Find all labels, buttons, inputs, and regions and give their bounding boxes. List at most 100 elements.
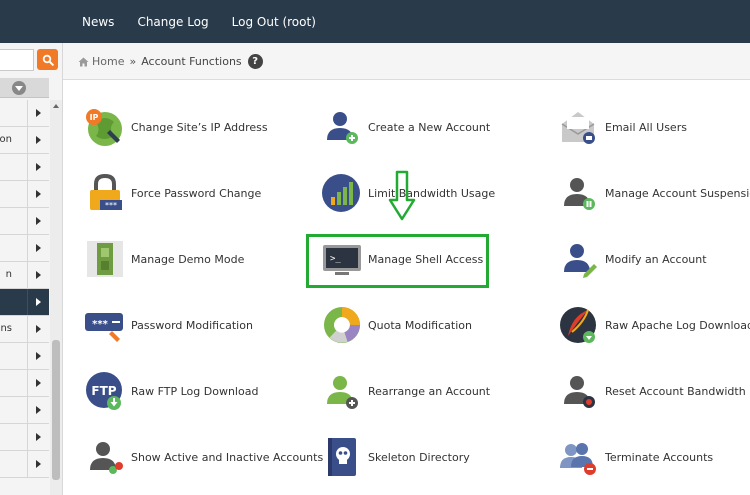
sidebar-search-input[interactable] — [0, 49, 34, 71]
function-item[interactable]: Manage Account Suspension — [558, 171, 750, 215]
breadcrumb: Home » Account Functions ? — [78, 43, 263, 80]
function-label: Show Active and Inactive Accounts — [131, 450, 324, 464]
function-label: Reset Account Bandwidth Limit — [605, 384, 750, 398]
function-item[interactable]: *** Force Password Change — [84, 171, 261, 215]
function-item[interactable]: Terminate Accounts — [558, 435, 713, 479]
sidebar-item[interactable] — [0, 208, 49, 235]
chevron-right-icon — [27, 397, 49, 423]
function-item[interactable]: Skeleton Directory — [321, 435, 470, 479]
chevron-right-icon — [27, 316, 49, 342]
help-icon[interactable]: ? — [247, 54, 263, 69]
function-item[interactable]: IP Change Site’s IP Address — [84, 105, 268, 149]
chevron-right-icon — [27, 343, 49, 369]
sidebar-item[interactable]: n — [0, 262, 49, 289]
nav-changelog-link[interactable]: Change Log — [137, 15, 208, 29]
chevron-right-icon — [27, 100, 49, 126]
users-cancel-icon — [558, 436, 600, 478]
function-item[interactable]: Quota Modification — [321, 303, 472, 347]
highlight-box — [306, 234, 489, 288]
sidebar-item[interactable] — [0, 343, 49, 370]
chevron-right-icon — [27, 181, 49, 207]
svg-text:***: *** — [92, 319, 108, 330]
search-icon — [42, 54, 54, 66]
user-add-icon — [321, 106, 363, 148]
sidebar-scrollbar[interactable] — [50, 100, 62, 495]
chevron-down-icon — [12, 81, 26, 95]
skull-book-icon — [321, 436, 363, 478]
sidebar-list: on n tions — [0, 100, 49, 478]
scroll-up-icon[interactable] — [53, 104, 59, 108]
function-label: Raw FTP Log Download — [131, 384, 259, 398]
user-move-icon — [321, 370, 363, 412]
ftp-download-icon: FTP — [84, 370, 126, 412]
chevron-right-icon — [27, 451, 49, 477]
function-label: Change Site’s IP Address — [131, 120, 268, 134]
sidebar-item[interactable]: tions — [0, 316, 49, 343]
top-nav: News Change Log Log Out (root) — [82, 0, 339, 43]
function-label: Terminate Accounts — [605, 450, 714, 464]
nav-logout-link[interactable]: Log Out (root) — [232, 15, 316, 29]
function-item[interactable]: Raw Apache Log Download — [558, 303, 750, 347]
function-item[interactable]: Create a New Account — [321, 105, 490, 149]
function-label: Modify an Account — [605, 252, 707, 266]
function-label: Email All Users — [605, 120, 687, 134]
sidebar-item-label: tions — [0, 323, 12, 334]
function-item[interactable]: Reset Account Bandwidth Limit — [558, 369, 750, 413]
function-item[interactable]: *** Password Modification — [84, 303, 253, 347]
sidebar-item[interactable]: on — [0, 127, 49, 154]
password-icon: *** — [84, 304, 126, 346]
svg-text:IP: IP — [90, 113, 99, 122]
function-item[interactable]: Manage Demo Mode — [84, 237, 244, 281]
user-reset-icon — [558, 370, 600, 412]
sidebar-item[interactable] — [0, 100, 49, 127]
breadcrumb-bar: Home » Account Functions ? — [63, 43, 750, 80]
sidebar-item[interactable] — [0, 154, 49, 181]
donut-chart-icon — [321, 304, 363, 346]
top-nav-bar: News Change Log Log Out (root) — [0, 0, 750, 43]
breadcrumb-separator: » — [129, 55, 137, 68]
function-label: Skeleton Directory — [368, 450, 470, 464]
function-item[interactable]: FTP Raw FTP Log Download — [84, 369, 258, 413]
sidebar-item[interactable] — [0, 235, 49, 262]
sidebar-item[interactable] — [0, 397, 49, 424]
chevron-right-icon — [27, 289, 49, 315]
function-item[interactable]: Rearrange an Account — [321, 369, 490, 413]
chevron-right-icon — [27, 424, 49, 450]
function-label: Quota Modification — [368, 318, 472, 332]
function-label: Manage Demo Mode — [131, 252, 245, 266]
breadcrumb-home-link[interactable]: Home — [92, 55, 124, 68]
user-pause-icon — [558, 172, 600, 214]
sidebar-item[interactable] — [0, 181, 49, 208]
padlock-icon: *** — [84, 172, 126, 214]
chevron-right-icon — [27, 262, 49, 288]
annotation-arrow-icon — [388, 170, 416, 221]
chevron-right-icon — [27, 235, 49, 261]
sidebar-item-label: on — [0, 134, 12, 145]
user-status-icon — [84, 436, 126, 478]
sidebar-item[interactable] — [0, 424, 49, 451]
function-item[interactable]: Show Active and Inactive Accounts — [84, 435, 323, 479]
sidebar-item[interactable] — [0, 451, 49, 478]
sidebar-item-active[interactable] — [0, 289, 49, 316]
function-item[interactable]: Modify an Account — [558, 237, 707, 281]
chevron-right-icon — [27, 208, 49, 234]
function-label: Force Password Change — [131, 186, 262, 200]
demo-switch-icon — [84, 238, 126, 280]
scrollbar-thumb[interactable] — [52, 340, 60, 480]
function-label: Manage Account Suspension — [605, 186, 750, 200]
function-item[interactable]: Email All Users — [558, 105, 687, 149]
user-edit-icon — [558, 238, 600, 280]
sidebar-item[interactable] — [0, 370, 49, 397]
nav-news-link[interactable]: News — [82, 15, 114, 29]
sidebar-item-label: n — [5, 269, 12, 280]
chevron-right-icon — [27, 154, 49, 180]
sidebar-collapse-header[interactable] — [0, 78, 49, 98]
svg-text:FTP: FTP — [91, 384, 116, 398]
function-label: Rearrange an Account — [368, 384, 491, 398]
function-label: Password Modification — [131, 318, 253, 332]
chevron-right-icon — [27, 370, 49, 396]
ip-address-icon: IP — [84, 106, 126, 148]
home-icon — [78, 57, 89, 66]
function-label: Create a New Account — [368, 120, 491, 134]
search-button[interactable] — [37, 49, 58, 70]
